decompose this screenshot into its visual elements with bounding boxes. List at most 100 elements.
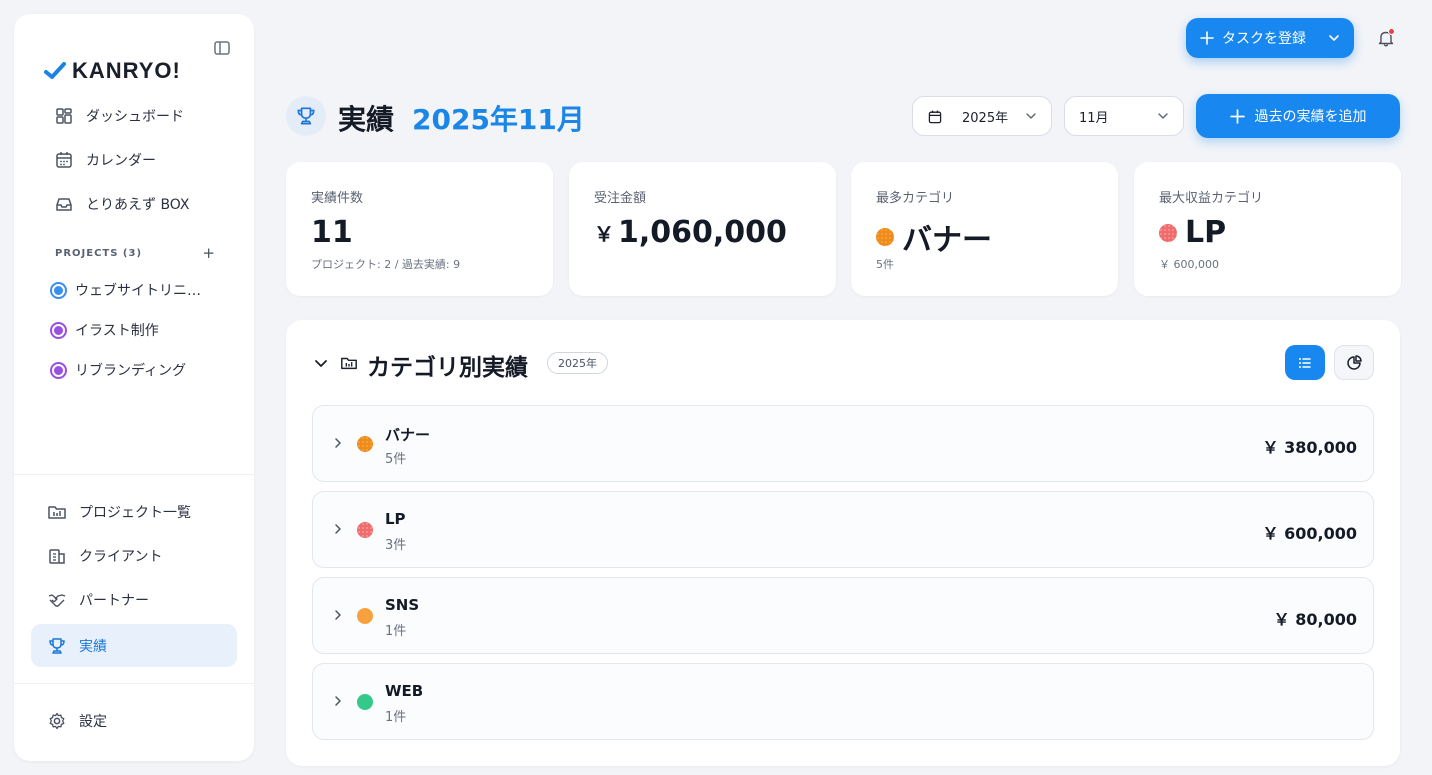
inbox-icon — [56, 198, 72, 211]
stat-value: ￥ 1,060,000 — [594, 215, 787, 250]
project-label: リブランディング — [75, 363, 187, 379]
project-list-icon — [48, 506, 66, 519]
nav-dashboard-label: ダッシュボード — [86, 109, 184, 125]
add-past-achievement-button[interactable]: 過去の実績を追加 — [1196, 94, 1400, 138]
category-name: SNS — [385, 596, 420, 614]
category-color-dot — [1159, 223, 1177, 242]
project-item[interactable]: ウェブサイトリニ… — [50, 277, 220, 303]
year-select[interactable]: 2025年 — [912, 96, 1052, 136]
project-item[interactable]: イラスト制作 — [50, 317, 220, 343]
stat-value: バナー — [876, 215, 992, 259]
stat-label: 実績件数 — [311, 191, 364, 206]
stat-card-amount: 受注金額 ￥ 1,060,000 — [569, 162, 836, 296]
category-color-dot — [876, 228, 894, 246]
nav-partners-label: パートナー — [79, 593, 149, 609]
nav-dashboard[interactable]: ダッシュボード — [31, 98, 237, 134]
category-count: 1件 — [385, 710, 407, 725]
category-row[interactable]: バナー 5件 ￥ 380,000 — [312, 405, 1374, 482]
category-count: 3件 — [385, 538, 407, 553]
nav-achievements-label: 実績 — [79, 638, 107, 655]
nav-inbox[interactable]: とりあえず BOX — [31, 186, 237, 222]
nav-settings-label: 設定 — [79, 714, 107, 730]
register-task-label: タスクを登録 — [1222, 31, 1306, 47]
stat-card-top-category: 最多カテゴリ バナー 5件 — [851, 162, 1118, 296]
stat-sub: ￥ 600,000 — [1159, 258, 1219, 271]
stat-value: 11 — [311, 215, 353, 250]
pie-chart-icon — [1347, 354, 1362, 370]
category-color-dot — [357, 522, 373, 538]
page-period: 2025年11月 — [412, 103, 585, 136]
chevron-right-icon[interactable] — [332, 695, 344, 707]
calendar-icon — [56, 152, 72, 168]
chevron-right-icon[interactable] — [332, 609, 344, 621]
trophy-icon — [297, 107, 315, 125]
page-title: 実績 — [338, 103, 395, 136]
month-select[interactable]: 11月 — [1064, 96, 1184, 136]
chevron-down-icon — [1026, 113, 1036, 119]
month-select-value: 11月 — [1079, 110, 1109, 126]
nav-partners[interactable]: パートナー — [31, 582, 237, 618]
category-row[interactable]: WEB 1件 — [312, 663, 1374, 740]
yen-symbol: ￥ — [594, 222, 614, 246]
calendar-icon — [928, 110, 942, 124]
stat-label: 最大収益カテゴリ — [1159, 191, 1264, 206]
pie-view-button[interactable] — [1334, 345, 1374, 380]
project-label: ウェブサイトリニ… — [75, 283, 201, 299]
nav-project-list-label: プロジェクト一覧 — [79, 505, 191, 521]
year-badge: 2025年 — [547, 352, 608, 374]
list-view-button[interactable] — [1285, 345, 1325, 380]
chevron-down-icon — [1158, 113, 1168, 119]
gear-icon — [49, 712, 65, 730]
category-name: LP — [385, 510, 406, 528]
projects-heading: PROJECTS (3) — [55, 247, 143, 259]
project-color-dot — [50, 321, 67, 339]
sidebar-divider — [14, 474, 254, 475]
stat-card-top-revenue-category: 最大収益カテゴリ LP ￥ 600,000 — [1134, 162, 1401, 296]
nav-clients-label: クライアント — [79, 549, 163, 565]
category-color-dot — [357, 608, 373, 624]
category-count: 5件 — [385, 452, 407, 467]
sidebar: KANRYO! ダッシュボード カレンダー とりあえず BOX PROJECTS… — [14, 14, 254, 761]
nav-calendar-label: カレンダー — [86, 153, 156, 169]
dashboard-icon — [56, 108, 72, 124]
category-color-dot — [357, 694, 373, 710]
stat-label: 最多カテゴリ — [876, 191, 955, 206]
category-color-dot — [357, 436, 373, 452]
check-logo-icon — [44, 62, 66, 79]
chevron-right-icon[interactable] — [332, 523, 344, 535]
handshake-icon — [48, 594, 66, 607]
nav-achievements[interactable]: 実績 — [31, 624, 237, 667]
sidebar-collapse-icon[interactable] — [213, 39, 231, 57]
nav-project-list[interactable]: プロジェクト一覧 — [31, 494, 237, 530]
nav-inbox-label: とりあえず BOX — [86, 197, 190, 213]
notification-badge — [1388, 28, 1395, 35]
add-project-button[interactable]: + — [202, 246, 215, 261]
trophy-icon — [49, 637, 65, 654]
category-row[interactable]: SNS 1件 ￥ 80,000 — [312, 577, 1374, 654]
project-label: イラスト制作 — [75, 323, 159, 339]
chevron-down-icon[interactable] — [313, 355, 329, 371]
plus-icon — [1200, 31, 1214, 45]
building-icon — [49, 549, 65, 564]
nav-clients[interactable]: クライアント — [31, 538, 237, 574]
project-color-dot — [50, 281, 67, 299]
register-task-button[interactable]: タスクを登録 — [1186, 18, 1354, 58]
chevron-right-icon[interactable] — [332, 437, 344, 449]
nav-calendar[interactable]: カレンダー — [31, 142, 237, 178]
brand-name: KANRYO! — [72, 58, 181, 83]
folder-chart-icon — [341, 357, 357, 370]
app-logo[interactable]: KANRYO! — [44, 58, 181, 84]
stat-label: 受注金額 — [594, 191, 647, 206]
category-amount: ￥ 600,000 — [1262, 524, 1357, 543]
category-row[interactable]: LP 3件 ￥ 600,000 — [312, 491, 1374, 568]
nav-settings[interactable]: 設定 — [31, 703, 237, 739]
category-name: バナー — [385, 426, 431, 444]
category-count: 1件 — [385, 624, 407, 639]
chevron-down-icon[interactable] — [1328, 32, 1340, 44]
stat-value: LP — [1159, 215, 1226, 250]
project-color-dot — [50, 361, 67, 379]
project-item[interactable]: リブランディング — [50, 357, 220, 383]
list-icon — [1299, 357, 1311, 368]
stat-sub: 5件 — [876, 258, 894, 271]
stat-card-count: 実績件数 11 プロジェクト: 2 / 過去実績: 9 — [286, 162, 553, 296]
